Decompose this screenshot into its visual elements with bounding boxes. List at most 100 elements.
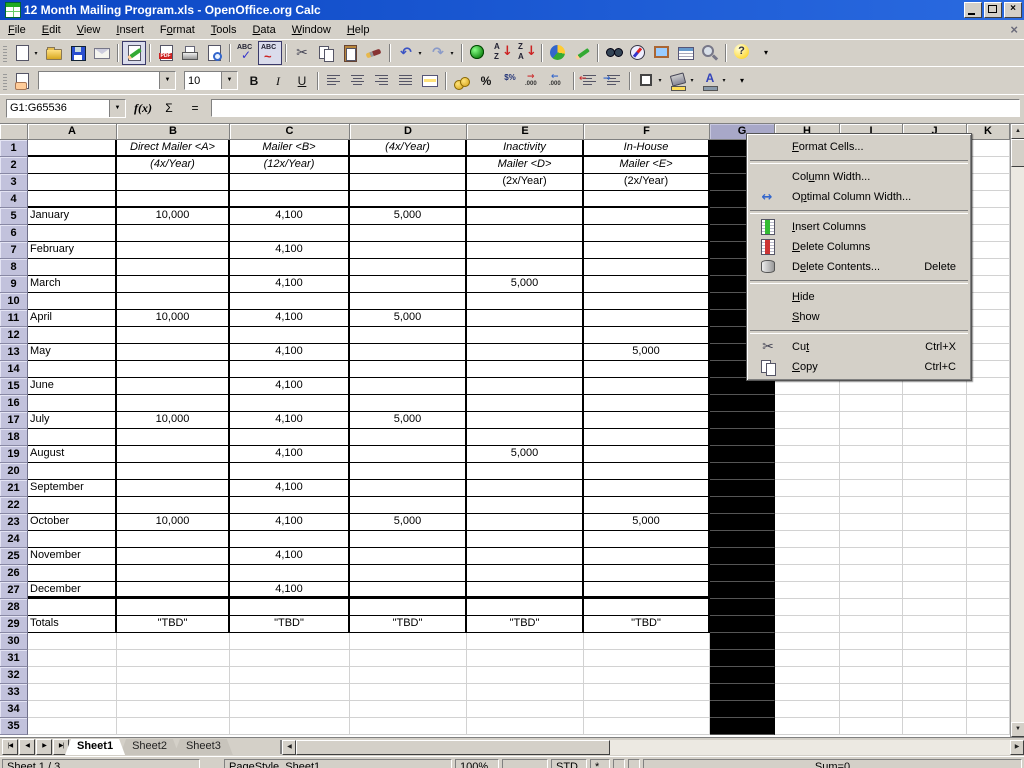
cell-b21[interactable] [117,480,230,497]
row-header-16[interactable]: 16 [0,395,28,412]
toolbar-button-copy[interactable] [314,41,338,65]
row-header-11[interactable]: 11 [0,310,28,327]
cell-f17[interactable] [584,412,710,429]
row-header-24[interactable]: 24 [0,531,28,548]
cell-i21[interactable] [840,480,903,497]
cell-h27[interactable] [775,582,840,599]
toolbar-button-gallery[interactable] [650,41,674,65]
cell-j25[interactable] [903,548,967,565]
toolbar-button-undo[interactable]: ↶▾ [394,41,426,65]
cell-d19[interactable] [350,446,467,463]
cell-a22[interactable] [28,497,117,514]
cell-i35[interactable] [840,718,903,735]
cell-a24[interactable] [28,531,117,548]
cell-k16[interactable] [967,395,1010,412]
sheet-position[interactable]: Sheet 1 / 3 [2,759,200,768]
cell-g23[interactable] [710,514,775,531]
cell-j34[interactable] [903,701,967,718]
column-header-a[interactable]: A [28,124,117,140]
formatting-toolbar-grip[interactable] [3,72,7,90]
cell-e7[interactable] [467,242,584,259]
cell-k20[interactable] [967,463,1010,480]
cell-e1[interactable]: Inactivity [467,140,584,157]
cell-k8[interactable] [967,259,1010,276]
cell-b13[interactable] [117,344,230,361]
selection-mode[interactable]: STD [551,759,587,768]
column-header-d[interactable]: D [350,124,467,140]
cell-g24[interactable] [710,531,775,548]
cell-h35[interactable] [775,718,840,735]
toolbar-button-new-document[interactable]: ▾ [10,41,42,65]
cell-c16[interactable] [230,395,350,412]
cell-i24[interactable] [840,531,903,548]
cell-i26[interactable] [840,565,903,582]
cell-h20[interactable] [775,463,840,480]
cell-i28[interactable] [840,599,903,616]
cell-a12[interactable] [28,327,117,344]
cell-j17[interactable] [903,412,967,429]
cell-f28[interactable] [584,599,710,616]
row-header-15[interactable]: 15 [0,378,28,395]
cell-c24[interactable] [230,531,350,548]
cell-e14[interactable] [467,361,584,378]
cell-k4[interactable] [967,191,1010,208]
sheet-tab-sheet2[interactable]: Sheet2 [120,739,179,755]
cell-k26[interactable] [967,565,1010,582]
cell-d1[interactable]: (4x/Year) [350,140,467,157]
dropdown-arrow-icon[interactable]: ▾ [448,50,456,57]
cell-g28[interactable] [710,599,775,616]
dropdown-arrow-icon[interactable]: ▾ [656,77,664,84]
toolbar-button-sort-ascending[interactable]: AZ↓ [490,41,514,65]
cell-e30[interactable] [467,633,584,650]
cell-b23[interactable]: 10,000 [117,514,230,531]
cell-h28[interactable] [775,599,840,616]
insert-mode[interactable] [502,759,548,768]
cell-b18[interactable] [117,429,230,446]
row-header-34[interactable]: 34 [0,701,28,718]
toolbar-button-decrease-indent[interactable]: ← [578,69,602,93]
toolbar-button-percent[interactable]: % [474,69,498,93]
cell-e5[interactable] [467,208,584,225]
toolbar-button-redo[interactable]: ↷▾ [426,41,458,65]
cell-a28[interactable] [28,599,117,616]
cell-e3[interactable]: (2x/Year) [467,174,584,191]
cell-g18[interactable] [710,429,775,446]
cell-e6[interactable] [467,225,584,242]
cell-f26[interactable] [584,565,710,582]
cell-k15[interactable] [967,378,1010,395]
cell-k18[interactable] [967,429,1010,446]
cell-h25[interactable] [775,548,840,565]
cell-a23[interactable]: October [28,514,117,531]
cell-k23[interactable] [967,514,1010,531]
toolbar-button-page-preview[interactable] [202,41,226,65]
cell-d33[interactable] [350,684,467,701]
toolbar-button-merge-cells[interactable] [418,69,442,93]
cell-k10[interactable] [967,293,1010,310]
cell-b10[interactable] [117,293,230,310]
row-header-29[interactable]: 29 [0,616,28,633]
toolbar-button-find-replace[interactable] [602,41,626,65]
cell-g25[interactable] [710,548,775,565]
cell-b3[interactable] [117,174,230,191]
cell-d6[interactable] [350,225,467,242]
cell-f19[interactable] [584,446,710,463]
cell-d18[interactable] [350,429,467,446]
cell-b26[interactable] [117,565,230,582]
cell-e22[interactable] [467,497,584,514]
font-name-combo[interactable]: ▼ [38,71,176,90]
cell-f2[interactable]: Mailer <E> [584,157,710,174]
cell-k28[interactable] [967,599,1010,616]
cell-b16[interactable] [117,395,230,412]
cell-d34[interactable] [350,701,467,718]
cell-f32[interactable] [584,667,710,684]
cell-e34[interactable] [467,701,584,718]
toolbar-button-align-center[interactable] [346,69,370,93]
cell-b14[interactable] [117,361,230,378]
dropdown-arrow-icon[interactable]: ▾ [32,50,40,57]
row-header-6[interactable]: 6 [0,225,28,242]
context-menu-item-cut[interactable]: ✂CutCtrl+X [748,337,970,357]
row-header-18[interactable]: 18 [0,429,28,446]
cell-f25[interactable] [584,548,710,565]
cell-e2[interactable]: Mailer <D> [467,157,584,174]
cell-b5[interactable]: 10,000 [117,208,230,225]
